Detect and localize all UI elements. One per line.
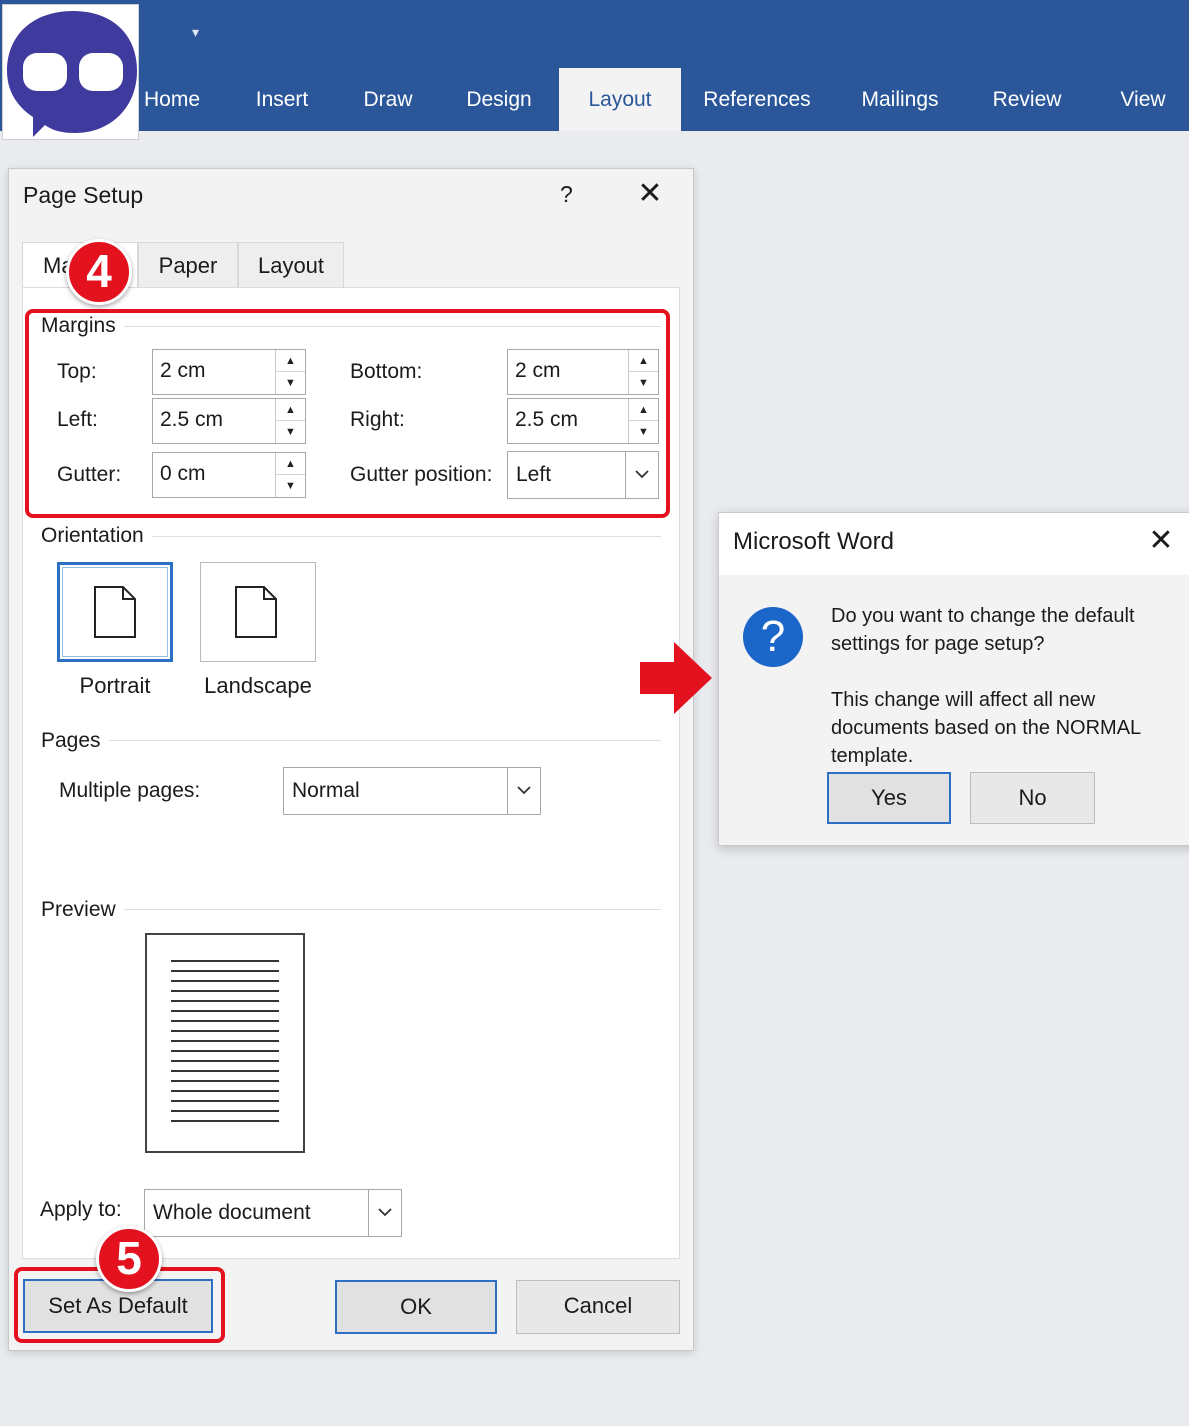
message-title: Microsoft Word xyxy=(733,528,894,555)
tab-view[interactable]: View xyxy=(1110,68,1176,131)
ok-button[interactable]: OK xyxy=(335,1280,497,1334)
landscape-page-icon xyxy=(235,586,277,638)
tab-layout[interactable]: Layout xyxy=(559,68,681,131)
chevron-down-icon[interactable] xyxy=(507,768,540,814)
tab-references[interactable]: References xyxy=(700,68,814,131)
help-button[interactable]: ? xyxy=(560,181,573,208)
tab-page-layout[interactable]: Layout xyxy=(238,242,344,288)
question-icon: ? xyxy=(743,607,803,667)
tab-draw[interactable]: Draw xyxy=(350,68,426,131)
tab-insert[interactable]: Insert xyxy=(240,68,324,131)
portrait-label[interactable]: Portrait xyxy=(57,673,173,699)
chevron-down-icon[interactable] xyxy=(368,1190,401,1236)
pages-group-label: Pages xyxy=(41,729,109,753)
tab-paper[interactable]: Paper xyxy=(138,242,238,288)
orientation-group-label: Orientation xyxy=(41,524,152,548)
divider xyxy=(41,909,661,910)
multiple-pages-select[interactable]: Normal xyxy=(283,767,541,815)
step-4-badge: 4 xyxy=(66,239,132,305)
landscape-button[interactable] xyxy=(200,562,316,662)
apply-to-label: Apply to: xyxy=(40,1198,122,1221)
portrait-button[interactable] xyxy=(57,562,173,662)
app-logo-icon xyxy=(2,4,139,140)
step-5-badge: 5 xyxy=(96,1226,162,1292)
tab-review[interactable]: Review xyxy=(984,68,1070,131)
landscape-label[interactable]: Landscape xyxy=(190,673,326,699)
close-icon[interactable]: ✕ xyxy=(635,179,665,209)
preview-page xyxy=(145,933,305,1153)
ribbon: ▾ Home Insert Draw Design Layout Referen… xyxy=(0,0,1189,131)
divider xyxy=(41,740,661,741)
microsoft-word-dialog: Microsoft Word ✕ ? Do you want to change… xyxy=(718,512,1189,846)
portrait-page-icon xyxy=(94,586,136,638)
tab-design[interactable]: Design xyxy=(456,68,542,131)
margins-highlight xyxy=(25,309,670,518)
no-button[interactable]: No xyxy=(970,772,1095,824)
right-arrow-icon xyxy=(640,642,712,714)
multiple-pages-label: Multiple pages: xyxy=(59,779,201,802)
message-line-2: This change will affect all new document… xyxy=(831,689,1141,767)
quick-access-dropdown-icon[interactable]: ▾ xyxy=(192,24,199,41)
yes-button[interactable]: Yes xyxy=(827,772,951,824)
apply-to-select[interactable]: Whole document xyxy=(144,1189,402,1237)
preview-group-label: Preview xyxy=(41,898,124,922)
close-icon[interactable]: ✕ xyxy=(1147,526,1175,556)
cancel-button[interactable]: Cancel xyxy=(516,1280,680,1334)
preview-text-lines xyxy=(171,960,279,1122)
message-line-1: Do you want to change the default settin… xyxy=(831,605,1135,655)
tab-mailings[interactable]: Mailings xyxy=(850,68,950,131)
apply-to-value[interactable]: Whole document xyxy=(153,1190,311,1236)
dialog-title: Page Setup xyxy=(23,182,144,208)
multiple-pages-value[interactable]: Normal xyxy=(292,768,360,814)
tab-home[interactable]: Home xyxy=(130,68,214,131)
